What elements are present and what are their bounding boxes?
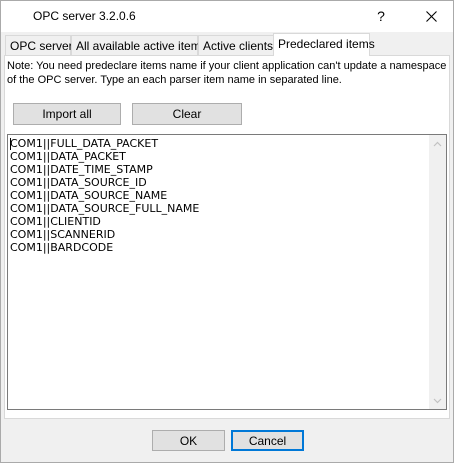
list-item: COM1||DATA_SOURCE_FULL_NAME (10, 202, 200, 215)
list-item: COM1||DATE_TIME_STAMP (10, 163, 153, 176)
close-button[interactable] (413, 3, 449, 29)
tab-opc-server[interactable]: OPC server (5, 35, 73, 55)
predeclared-items-panel: Note: You need predeclare items name if … (4, 55, 450, 419)
tab-label: OPC server (10, 39, 73, 53)
tab-label: Predeclared items (278, 37, 375, 51)
list-item: COM1||DATA_PACKET (10, 150, 126, 163)
vertical-scrollbar[interactable] (429, 135, 446, 409)
list-item: COM1||DATA_SOURCE_ID (10, 176, 147, 189)
clear-button[interactable]: Clear (132, 103, 242, 125)
ok-label: OK (179, 433, 198, 448)
items-list: COM1||FULL_DATA_PACKET COM1||DATA_PACKET… (10, 137, 430, 254)
chevron-down-icon (433, 398, 442, 403)
scroll-up-button[interactable] (429, 135, 446, 152)
cancel-label: Cancel (248, 433, 287, 448)
list-item: COM1||DATA_SOURCE_NAME (10, 189, 168, 202)
chevron-up-icon (433, 141, 442, 146)
close-icon (425, 10, 437, 22)
list-item: COM1||FULL_DATA_PACKET (10, 137, 159, 150)
import-all-button[interactable]: Import all (13, 103, 121, 125)
tab-all-available-active-items[interactable]: All available active items (71, 35, 207, 55)
import-all-label: Import all (42, 107, 92, 121)
items-textarea[interactable]: COM1||FULL_DATA_PACKET COM1||DATA_PACKET… (7, 134, 447, 410)
tab-active-clients[interactable]: Active clients (198, 35, 274, 55)
window-title: OPC server 3.2.0.6 (33, 9, 136, 23)
list-item: COM1||SCANNERID (10, 228, 116, 241)
list-item: COM1||BARDCODE (10, 241, 114, 254)
list-item: COM1||CLIENTID (10, 215, 101, 228)
help-icon: ? (377, 8, 385, 24)
dialog-footer: OK Cancel (1, 419, 453, 462)
dialog-window: OPC server 3.2.0.6 ? OPC server All avai… (0, 0, 454, 463)
note-text: Note: You need predeclare items name if … (7, 60, 447, 86)
title-bar[interactable]: OPC server 3.2.0.6 ? (1, 1, 453, 32)
tab-label: All available active items (76, 39, 207, 53)
tab-label: Active clients (203, 39, 274, 53)
ok-button[interactable]: OK (152, 430, 225, 451)
scroll-down-button[interactable] (429, 392, 446, 409)
tab-predeclared-items[interactable]: Predeclared items (273, 33, 375, 56)
clear-label: Clear (172, 107, 202, 121)
cancel-button[interactable]: Cancel (231, 430, 304, 451)
help-button[interactable]: ? (367, 3, 395, 29)
